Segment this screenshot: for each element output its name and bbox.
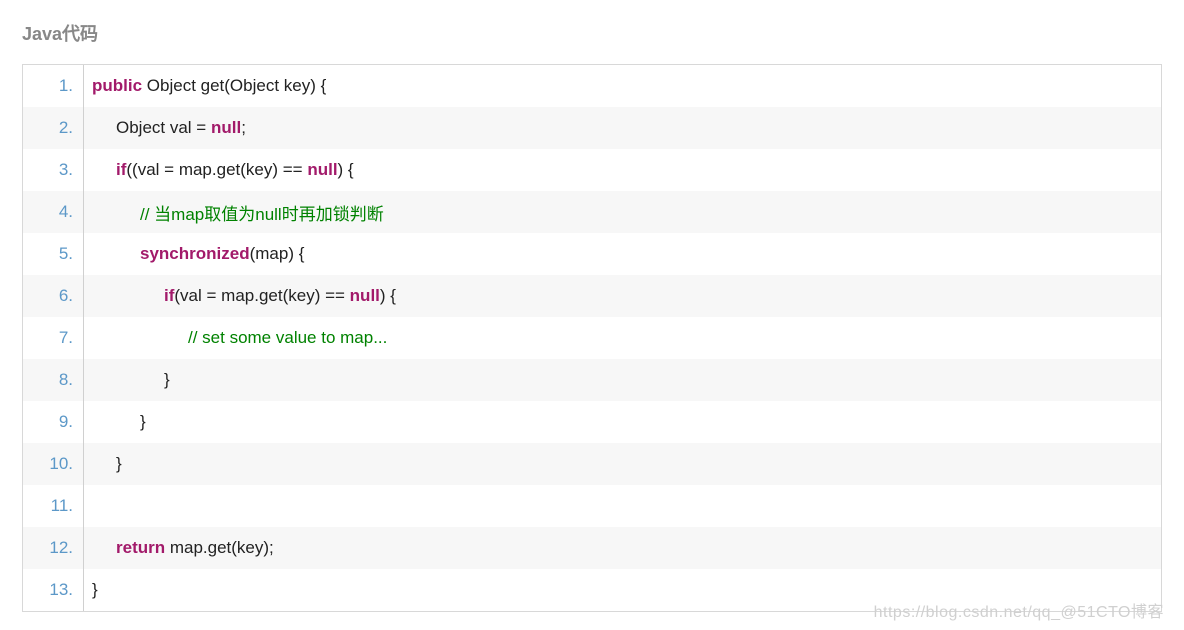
token-kw: public — [92, 76, 142, 95]
section-title: Java代码 — [0, 0, 1184, 64]
code-content: if((val = map.get(key) == null) { — [84, 160, 363, 180]
code-content: // set some value to map... — [84, 328, 397, 348]
token-txt: (val = map.get(key) == — [174, 286, 349, 305]
code-content: } — [84, 454, 131, 474]
line-number: 4. — [23, 202, 83, 222]
token-txt: ; — [241, 118, 255, 137]
token-cmt: // set some value to map... — [188, 328, 397, 347]
code-line: 7. // set some value to map... — [23, 317, 1161, 359]
code-line: 5.synchronized(map) { — [23, 233, 1161, 275]
code-content: } — [84, 370, 179, 390]
code-line: 3.if((val = map.get(key) == null) { — [23, 149, 1161, 191]
code-content: if(val = map.get(key) == null) { — [84, 286, 405, 306]
code-content: } — [84, 412, 155, 432]
code-block: 1.public Object get(Object key) { 2.Obje… — [22, 64, 1162, 612]
token-txt: } — [116, 454, 131, 473]
line-number: 12. — [23, 538, 83, 558]
line-number: 8. — [23, 370, 83, 390]
line-number: 1. — [23, 76, 83, 96]
line-number: 10. — [23, 454, 83, 474]
code-line: 11. — [23, 485, 1161, 527]
line-number: 11. — [23, 496, 83, 516]
code-line: 12.return map.get(key); — [23, 527, 1161, 569]
token-txt: map.get(key); — [165, 538, 283, 557]
line-number: 7. — [23, 328, 83, 348]
token-txt: Object get(Object key) { — [142, 76, 336, 95]
token-kw: return — [116, 538, 165, 557]
token-cmt: // 当map取值为null时再加锁判断 — [140, 205, 393, 224]
token-txt: ) { — [380, 286, 406, 305]
code-line: 6.if(val = map.get(key) == null) { — [23, 275, 1161, 317]
line-number: 2. — [23, 118, 83, 138]
line-number: 5. — [23, 244, 83, 264]
code-content: synchronized(map) { — [84, 244, 314, 264]
token-kw: null — [350, 286, 380, 305]
token-txt: (map) { — [250, 244, 314, 263]
token-kw: null — [211, 118, 241, 137]
token-kw: synchronized — [140, 244, 250, 263]
code-line: 8.} — [23, 359, 1161, 401]
token-txt: Object val = — [116, 118, 211, 137]
line-number: 6. — [23, 286, 83, 306]
line-number: 3. — [23, 160, 83, 180]
code-content — [84, 496, 101, 516]
code-content: public Object get(Object key) { — [84, 76, 336, 96]
code-line: 1.public Object get(Object key) { — [23, 65, 1161, 107]
token-txt: } — [140, 412, 155, 431]
token-kw: if — [116, 160, 126, 179]
token-kw: null — [307, 160, 337, 179]
code-content: // 当map取值为null时再加锁判断 — [84, 200, 393, 225]
code-content: } — [84, 580, 107, 600]
code-line: 9.} — [23, 401, 1161, 443]
token-kw: if — [164, 286, 174, 305]
line-number: 9. — [23, 412, 83, 432]
code-line: 10.} — [23, 443, 1161, 485]
line-number: 13. — [23, 580, 83, 600]
token-txt — [92, 496, 101, 515]
code-line: 2.Object val = null; — [23, 107, 1161, 149]
token-txt: } — [92, 580, 107, 599]
token-txt: ) { — [338, 160, 364, 179]
code-line: 4. // 当map取值为null时再加锁判断 — [23, 191, 1161, 233]
code-content: return map.get(key); — [84, 538, 283, 558]
token-txt: ((val = map.get(key) == — [126, 160, 307, 179]
token-txt: } — [164, 370, 179, 389]
watermark: https://blog.csdn.net/qq_@51CTO博客 — [874, 598, 1164, 622]
code-content: Object val = null; — [84, 118, 255, 138]
